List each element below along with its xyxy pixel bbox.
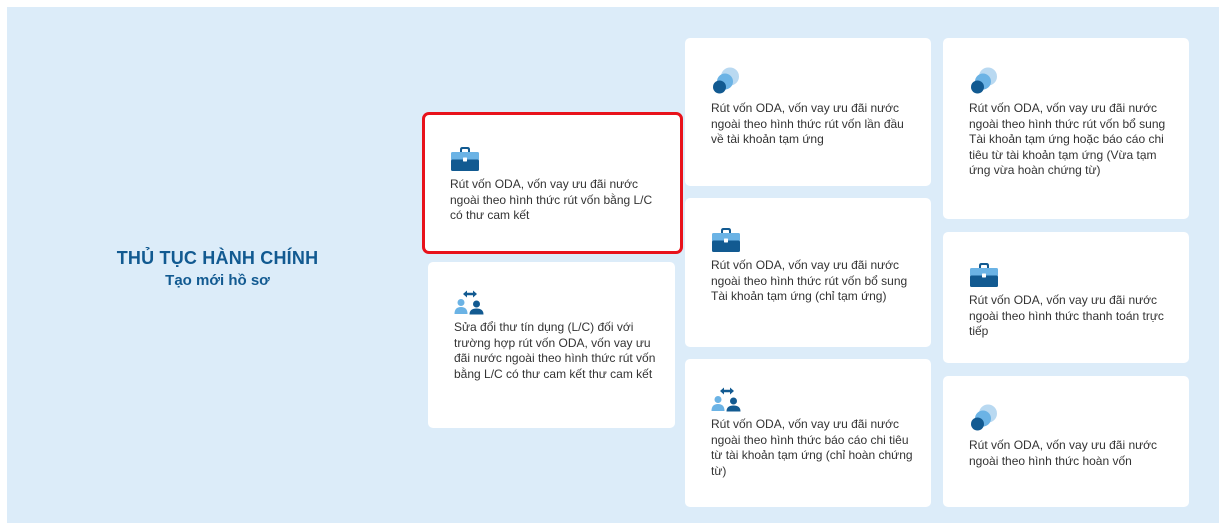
exchange-people-icon: [454, 289, 486, 315]
briefcase-icon: [450, 146, 480, 172]
procedure-card-label: Sửa đổi thư tín dụng (L/C) đối với trườn…: [454, 320, 656, 381]
procedure-card-label: Rút vốn ODA, vốn vay ưu đãi nước ngoài t…: [969, 438, 1158, 468]
briefcase-icon: [969, 262, 999, 288]
exchange-people-icon: [711, 386, 743, 412]
procedure-card-lc-withdrawal[interactable]: Rút vốn ODA, vốn vay ưu đãi nước ngoài t…: [422, 112, 683, 254]
procedure-card-label: Rút vốn ODA, vốn vay ưu đãi nước ngoài t…: [969, 293, 1164, 338]
procedure-card-reimbursement[interactable]: Rút vốn ODA, vốn vay ưu đãi nước ngoài t…: [943, 376, 1189, 507]
page-title: THỦ TỤC HÀNH CHÍNH: [116, 248, 319, 268]
circles-icon: [969, 403, 999, 433]
procedure-card-label: Rút vốn ODA, vốn vay ưu đãi nước ngoài t…: [711, 417, 913, 478]
procedure-card-expense-report[interactable]: Rút vốn ODA, vốn vay ưu đãi nước ngoài t…: [685, 359, 931, 507]
procedure-card-advance-and-reimburse[interactable]: Rút vốn ODA, vốn vay ưu đãi nước ngoài t…: [943, 38, 1189, 219]
procedure-card-lc-amendment[interactable]: Sửa đổi thư tín dụng (L/C) đối với trườn…: [428, 262, 675, 428]
procedure-card-supplementary-advance[interactable]: Rút vốn ODA, vốn vay ưu đãi nước ngoài t…: [685, 198, 931, 347]
procedure-card-direct-payment[interactable]: Rút vốn ODA, vốn vay ưu đãi nước ngoài t…: [943, 232, 1189, 363]
procedure-card-label: Rút vốn ODA, vốn vay ưu đãi nước ngoài t…: [711, 258, 908, 303]
briefcase-icon: [711, 227, 741, 253]
procedure-card-label: Rút vốn ODA, vốn vay ưu đãi nước ngoài t…: [711, 101, 904, 146]
procedure-card-first-advance[interactable]: Rút vốn ODA, vốn vay ưu đãi nước ngoài t…: [685, 38, 931, 186]
circles-icon: [969, 66, 999, 96]
procedure-card-label: Rút vốn ODA, vốn vay ưu đãi nước ngoài t…: [969, 101, 1166, 177]
page-subtitle: Tạo mới hồ sơ: [165, 272, 270, 289]
page-heading: THỦ TỤC HÀNH CHÍNH Tạo mới hồ sơ: [85, 246, 350, 291]
procedure-card-label: Rút vốn ODA, vốn vay ưu đãi nước ngoài t…: [450, 177, 653, 222]
circles-icon: [711, 66, 741, 96]
